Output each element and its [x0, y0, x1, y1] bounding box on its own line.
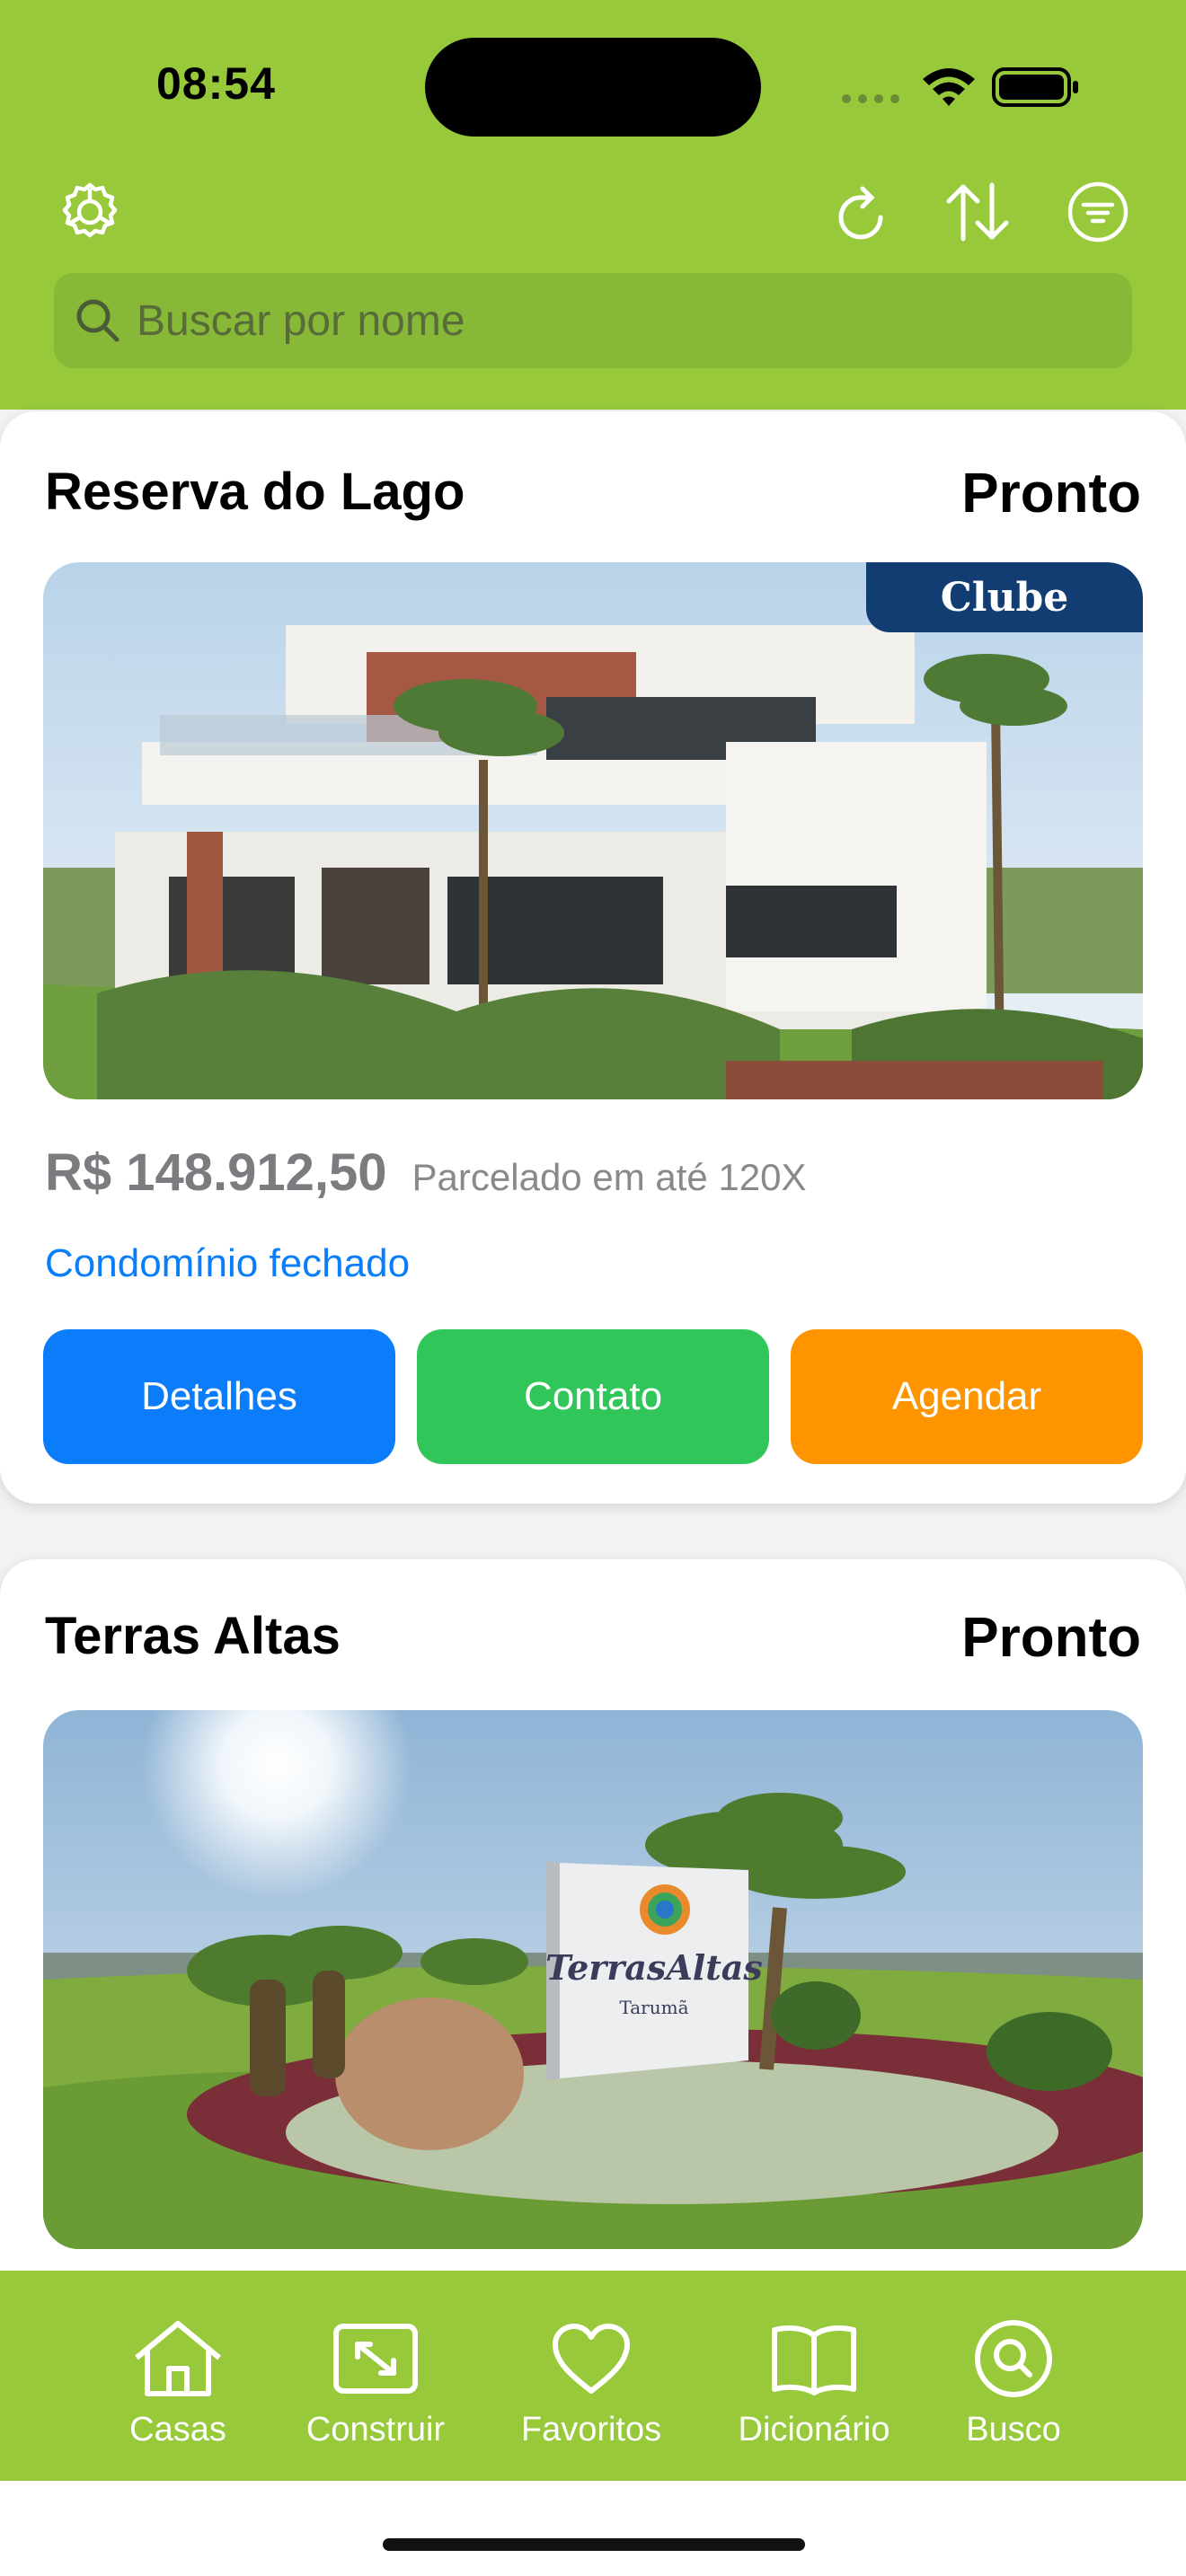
condo-type-link[interactable]: Condomínio fechado [45, 1241, 410, 1286]
home-indicator[interactable] [383, 2538, 805, 2551]
status-time: 08:54 [156, 58, 276, 109]
book-icon [765, 2314, 863, 2404]
details-button[interactable]: Detalhes [43, 1329, 395, 1464]
tab-busco[interactable]: Busco [915, 2271, 1112, 2481]
listing-card[interactable]: Reserva do Lago Pronto Clube R$ 148.912,… [0, 411, 1186, 1504]
home-indicator-area [0, 2481, 1186, 2576]
sign-logo-text: TerrasAltas [545, 1947, 763, 1988]
expand-icon [326, 2314, 425, 2404]
app-header: 08:54 [0, 0, 1186, 410]
heart-icon [542, 2314, 641, 2404]
wifi-icon [923, 68, 975, 106]
tab-label: Favoritos [520, 2411, 662, 2448]
search-input[interactable] [137, 273, 1107, 368]
tab-label: Construir [305, 2411, 446, 2448]
dynamic-island [425, 38, 761, 137]
search-circle-icon [964, 2314, 1063, 2404]
contact-button[interactable]: Contato [417, 1329, 769, 1464]
tab-dicionario[interactable]: Dicionário [715, 2271, 913, 2481]
sort-icon[interactable] [940, 174, 1015, 250]
house-icon [128, 2314, 227, 2404]
listing-photo[interactable]: Clube [43, 562, 1143, 1099]
battery-icon [992, 67, 1078, 107]
status-icons [839, 59, 1082, 115]
installments-text: Parcelado em até 120X [412, 1156, 807, 1198]
settings-icon[interactable] [52, 174, 128, 250]
tab-label: Dicionário [738, 2411, 890, 2448]
listing-name: Terras Altas [45, 1607, 341, 1665]
tab-bar: Casas Construir Favoritos Dicionário Bus… [0, 2271, 1186, 2481]
club-badge: Clube [866, 562, 1143, 632]
filter-icon[interactable] [1060, 174, 1136, 250]
cellular-signal-icon [842, 94, 899, 103]
search-icon [76, 299, 119, 342]
listing-name: Reserva do Lago [45, 463, 465, 521]
listing-status: Pronto [961, 1607, 1141, 1669]
tab-construir[interactable]: Construir [277, 2271, 474, 2481]
development-sign: TerrasAltas Tarumã [545, 1861, 763, 2080]
search-bar[interactable] [54, 273, 1132, 368]
refresh-icon[interactable] [825, 178, 900, 253]
listing-status: Pronto [961, 463, 1141, 525]
schedule-button[interactable]: Agendar [791, 1329, 1143, 1464]
tab-label: Busco [966, 2411, 1061, 2448]
sign-logo-subtext: Tarumã [619, 1997, 688, 2018]
price-row: R$ 148.912,50 Parcelado em até 120X [45, 1142, 807, 1203]
tab-casas[interactable]: Casas [79, 2271, 277, 2481]
listing-card[interactable]: Terras Altas Pronto TerrasAltas Tarumã [0, 1559, 1186, 2368]
price: R$ 148.912,50 [45, 1143, 387, 1202]
tab-favoritos[interactable]: Favoritos [492, 2271, 690, 2481]
tab-label: Casas [129, 2411, 226, 2448]
listing-photo[interactable]: TerrasAltas Tarumã [43, 1710, 1143, 2249]
